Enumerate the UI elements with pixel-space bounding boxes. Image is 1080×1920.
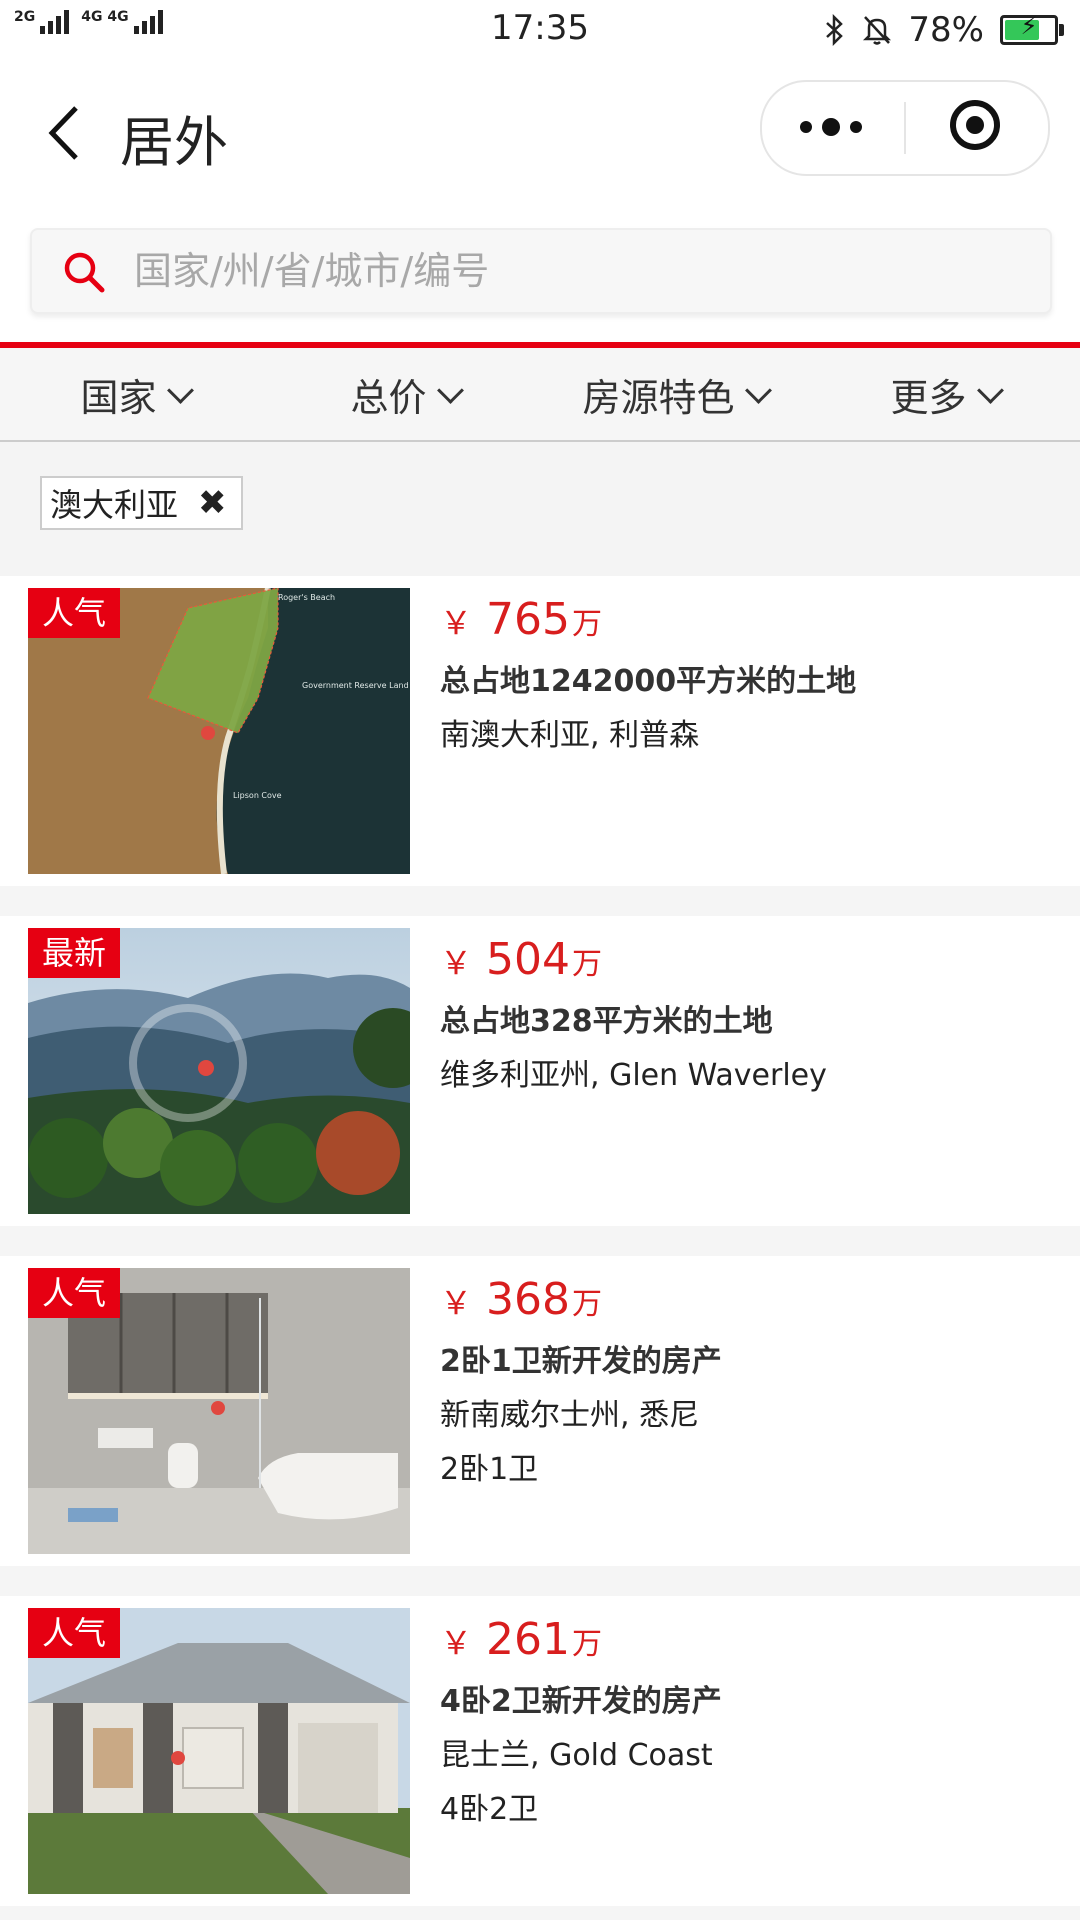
listing-list: Roger's Beach Government Reserve Land Li… [0,576,1080,1906]
watermark-logo [201,726,215,740]
map-label: Government Reserve Land [302,681,409,690]
search-input[interactable] [132,238,1016,304]
filter-bar: 国家 总价 房源特色 更多 [0,348,1080,442]
badge-new: 最新 [28,928,121,978]
watermark-logo [198,1060,214,1076]
listing-card[interactable]: 人气 ￥ 368 万 2卧1卫新开发的房产 新南威尔士州, 悉尼 2卧1卫 [0,1256,1080,1566]
listing-card[interactable]: Roger's Beach Government Reserve Land Li… [0,576,1080,886]
listing-rooms: 4卧2卫 [440,1792,539,1827]
filter-country[interactable]: 国家 [0,348,270,440]
filter-label: 国家 [80,375,157,420]
close-icon[interactable]: ✖ [198,483,227,523]
back-icon[interactable] [40,98,100,168]
filter-total-price[interactable]: 总价 [270,348,540,440]
filter-label: 房源特色 [582,375,735,420]
listing-location: 南澳大利亚, 利普森 [440,718,700,753]
map-label: Roger's Beach [278,593,335,602]
chevron-down-icon [976,376,1004,404]
bell-muted-icon [863,16,892,45]
listing-location: 昆士兰, Gold Coast [440,1738,713,1773]
map-label: Lipson Cove [233,791,282,800]
battery-percent: 78% [908,10,984,50]
listing-price: ￥ 765 万 [440,594,602,645]
bluetooth-icon [826,14,844,46]
close-miniprogram-icon[interactable] [950,100,1000,150]
miniprogram-capsule [760,80,1050,176]
listing-title: 4卧2卫新开发的房产 [440,1684,722,1719]
more-icon[interactable] [800,118,862,136]
listing-price: ￥ 504 万 [440,934,602,985]
listing-title: 2卧1卫新开发的房产 [440,1344,722,1379]
chevron-down-icon [166,376,194,404]
filter-chip-australia: 澳大利亚 ✖ [40,476,243,530]
search-box[interactable] [30,228,1052,314]
listing-title: 总占地1242000平方米的土地 [440,664,857,699]
listing-title: 总占地328平方米的土地 [440,1004,773,1039]
search-section [0,208,1080,344]
listing-location: 新南威尔士州, 悉尼 [440,1398,700,1433]
watermark-logo [211,1401,225,1415]
badge-popular: 人气 [28,1268,121,1318]
active-filters: 澳大利亚 ✖ [0,442,1080,576]
battery-charging-icon: ⚡ [1000,12,1064,45]
nav-bar: 居外 [0,58,1080,208]
chevron-down-icon [436,376,464,404]
watermark-logo [171,1751,185,1765]
page-title: 居外 [120,111,228,174]
badge-popular: 人气 [28,1608,121,1658]
listing-location: 维多利亚州, Glen Waverley [440,1058,827,1093]
capsule-divider [904,102,906,154]
listing-rooms: 2卧1卫 [440,1452,539,1487]
listing-price: ￥ 261 万 [440,1614,602,1665]
badge-popular: 人气 [28,588,121,638]
filter-label: 更多 [890,375,967,420]
search-icon [64,252,105,293]
status-bar: 2G 4G 4G 17:35 78% ⚡ [0,0,1080,58]
listing-price: ￥ 368 万 [440,1274,602,1325]
chip-label: 澳大利亚 [50,486,179,524]
listing-card[interactable]: 最新 ￥ 504 万 总占地328平方米的土地 维多利亚州, Glen Wave… [0,916,1080,1226]
filter-label: 总价 [350,375,427,420]
listing-card[interactable]: 人气 ￥ 261 万 4卧2卫新开发的房产 昆士兰, Gold Coast 4卧… [0,1596,1080,1906]
filter-features[interactable]: 房源特色 [540,348,810,440]
filter-more[interactable]: 更多 [810,348,1080,440]
chevron-down-icon [744,376,772,404]
